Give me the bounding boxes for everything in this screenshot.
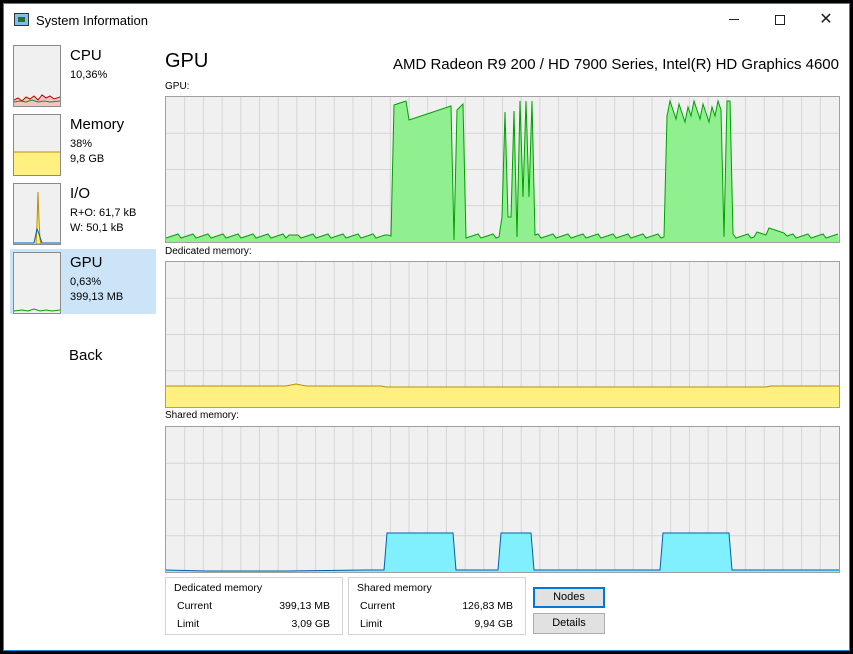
memory-percent: 38% xyxy=(70,138,93,150)
shared-limit-label: Limit xyxy=(360,618,383,630)
gpu-usage-graph xyxy=(165,96,840,243)
gpu-thumbnail-graph xyxy=(13,252,61,314)
shared-current-label: Current xyxy=(360,600,396,612)
dedicated-memory-panel: Dedicated memory Current 399,13 MB Limit… xyxy=(165,577,343,635)
gpu-device-name: AMD Radeon R9 200 / HD 7900 Series, Inte… xyxy=(392,56,839,73)
minimize-icon xyxy=(729,19,739,21)
cpu-thumbnail-graph xyxy=(13,45,61,107)
memory-title: Memory xyxy=(70,116,125,133)
gpu-usage: 0,63% xyxy=(70,276,102,288)
minimize-button[interactable] xyxy=(711,4,757,36)
close-button[interactable]: ✕ xyxy=(803,4,849,36)
maximize-icon xyxy=(775,14,785,25)
io-read-other: R+O: 61,7 kB xyxy=(70,207,137,219)
shared-memory-graph xyxy=(165,426,840,573)
sidebar-item-cpu[interactable]: CPU 10,36% xyxy=(10,42,156,107)
page-title: GPU xyxy=(165,50,209,72)
shared-memory-area xyxy=(166,533,839,572)
gpu-title: GPU xyxy=(70,254,103,271)
dedicated-memory-title: Dedicated memory xyxy=(174,582,263,594)
dedicated-memory-graph-label: Dedicated memory: xyxy=(165,246,252,257)
io-title: I/O xyxy=(70,185,91,202)
gpu-graph-label: GPU: xyxy=(165,81,190,92)
io-thumbnail-graph xyxy=(13,183,61,245)
maximize-button[interactable] xyxy=(757,4,803,36)
system-information-window: System Information ✕ CPU 10,36% Memory 3… xyxy=(3,3,850,651)
sidebar-item-io[interactable]: I/O R+O: 61,7 kB W: 50,1 kB xyxy=(10,180,156,245)
dedicated-memory-graph xyxy=(165,261,840,408)
close-icon: ✕ xyxy=(819,11,833,28)
sidebar-item-gpu[interactable]: GPU 0,63% 399,13 MB xyxy=(10,249,156,314)
sidebar-item-memory[interactable]: Memory 38% 9,8 GB xyxy=(10,111,156,176)
dedicated-current-value: 399,13 MB xyxy=(279,600,330,612)
shared-memory-panel: Shared memory Current 126,83 MB Limit 9,… xyxy=(348,577,526,635)
gpu-memory: 399,13 MB xyxy=(70,291,124,303)
shared-memory-title: Shared memory xyxy=(357,582,432,594)
shared-memory-graph-label: Shared memory: xyxy=(165,410,239,421)
dedicated-current-label: Current xyxy=(177,600,213,612)
memory-thumbnail-graph xyxy=(13,114,61,176)
io-write: W: 50,1 kB xyxy=(70,222,124,234)
cpu-usage: 10,36% xyxy=(70,69,108,81)
back-link[interactable]: Back xyxy=(69,347,102,364)
nodes-button[interactable]: Nodes xyxy=(533,587,605,608)
shared-current-value: 126,83 MB xyxy=(462,600,513,612)
window-title: System Information xyxy=(36,13,148,28)
dedicated-limit-label: Limit xyxy=(177,618,200,630)
details-button[interactable]: Details xyxy=(533,613,605,634)
title-bar[interactable]: System Information ✕ xyxy=(4,4,849,36)
cpu-title: CPU xyxy=(70,47,102,64)
sidebar: CPU 10,36% Memory 38% 9,8 GB I/O R+O: 61… xyxy=(4,36,158,650)
dedicated-limit-value: 3,09 GB xyxy=(291,618,330,630)
shared-limit-value: 9,94 GB xyxy=(474,618,513,630)
monitor-icon xyxy=(14,13,29,26)
memory-size: 9,8 GB xyxy=(70,153,105,165)
